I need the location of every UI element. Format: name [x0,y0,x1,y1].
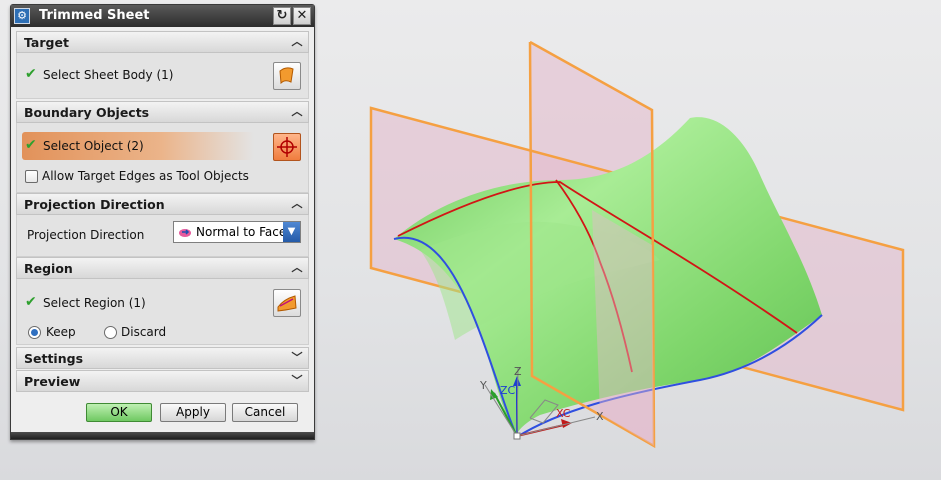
section-region-title: Region [24,261,73,276]
triad-x-label: X [596,410,604,423]
dialog-title: Trimmed Sheet [39,8,150,23]
checkmark-icon: ✔ [25,66,37,82]
close-button[interactable]: ✕ [293,7,311,25]
graphics-viewport[interactable]: Y ZC Z XC X [320,0,941,480]
section-target-body: ✔ Select Sheet Body (1) [16,53,309,99]
allow-target-edges-label: Allow Target Edges as Tool Objects [42,169,249,183]
allow-target-edges-checkbox[interactable] [25,170,38,183]
reset-button[interactable]: ↻ [273,7,291,25]
section-target-header[interactable]: Target ︿ [16,31,309,53]
select-sheet-body-label[interactable]: Select Sheet Body (1) [43,68,173,82]
triad-zc-label: ZC [500,384,516,397]
section-projection-header[interactable]: Projection Direction ︿ [16,193,309,215]
discard-radio[interactable] [104,326,117,339]
sheet-body-select-button[interactable] [273,62,301,90]
object-select-button[interactable] [273,133,301,161]
section-boundary-header[interactable]: Boundary Objects ︿ [16,101,309,123]
select-region-label[interactable]: Select Region (1) [43,296,146,310]
section-projection-title: Projection Direction [24,197,165,212]
chevron-down-icon[interactable]: ▼ [283,222,300,242]
chevron-up-icon[interactable]: ︿ [289,104,305,120]
sheet-body-icon [279,67,294,85]
dialog-titlebar: ⚙ Trimmed Sheet ↻ ✕ [11,5,314,27]
triad-z-label: Z [514,365,522,378]
section-projection-body: Projection Direction Normal to Face ▼ [16,215,309,257]
triad-xc-label: XC [556,407,571,420]
section-settings-header[interactable]: Settings ﹀ [16,347,309,369]
section-boundary-body: ✔ Select Object (2) Allow Target Edges a… [16,123,309,193]
projection-direction-select[interactable]: Normal to Face ▼ [173,221,301,243]
section-preview-title: Preview [24,374,81,389]
dialog-bottom-bar [11,432,314,439]
crosshair-icon [277,137,297,157]
region-select-button[interactable] [273,289,301,317]
chevron-down-icon[interactable]: ﹀ [289,350,305,366]
projection-direction-value: Normal to Face [196,225,287,239]
section-preview-header[interactable]: Preview ﹀ [16,370,309,392]
normal-to-face-icon [179,229,191,237]
projection-direction-label: Projection Direction [27,228,145,242]
section-region-body: ✔ Select Region (1) Keep Discard [16,279,309,345]
section-target-title: Target [24,35,69,50]
checkmark-icon: ✔ [25,294,37,310]
keep-radio[interactable] [28,326,41,339]
region-icon [277,295,297,312]
trimmed-sheet-dialog: ⚙ Trimmed Sheet ↻ ✕ Target ︿ ✔ Select Sh… [10,4,315,440]
chevron-up-icon[interactable]: ︿ [289,34,305,50]
section-region-header[interactable]: Region ︿ [16,257,309,279]
apply-button[interactable]: Apply [160,403,226,422]
chevron-up-icon[interactable]: ︿ [289,260,305,276]
chevron-up-icon[interactable]: ︿ [289,196,305,212]
checkmark-icon: ✔ [25,137,37,153]
select-object-label[interactable]: Select Object (2) [43,139,144,153]
cancel-button[interactable]: Cancel [232,403,298,422]
gear-icon: ⚙ [14,8,30,24]
discard-label: Discard [121,325,167,339]
section-settings-title: Settings [24,351,84,366]
keep-label: Keep [46,325,76,339]
chevron-down-icon[interactable]: ﹀ [289,373,305,389]
section-boundary-title: Boundary Objects [24,105,150,120]
triad-y-label: Y [479,379,487,392]
ok-button[interactable]: OK [86,403,152,422]
